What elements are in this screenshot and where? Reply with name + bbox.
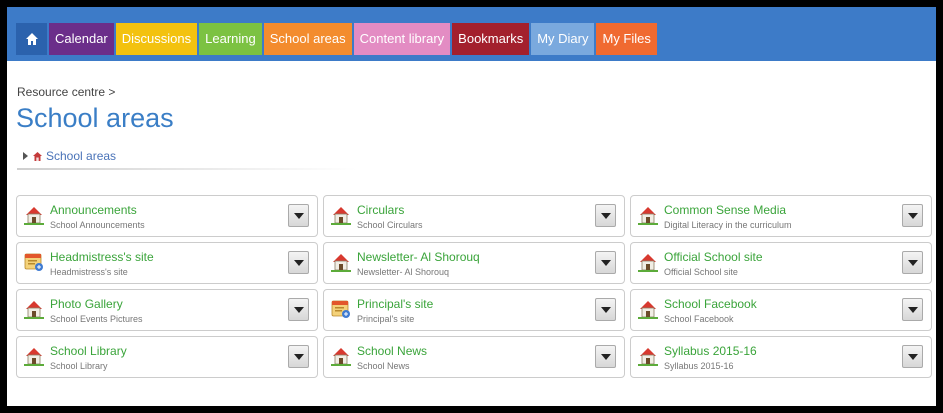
options-dropdown-button[interactable] [288, 345, 309, 368]
school-area-description: School Events Pictures [50, 314, 143, 324]
school-icon [330, 345, 352, 367]
school-area-title[interactable]: Photo Gallery [50, 297, 123, 311]
school-icon [637, 345, 659, 367]
options-dropdown-button[interactable] [595, 251, 616, 274]
top-navigation-bar: Calendar Discussions Learning School are… [7, 7, 936, 61]
school-area-title[interactable]: Syllabus 2015-16 [664, 344, 757, 358]
chevron-down-icon [293, 259, 304, 266]
tab-learning[interactable]: Learning [199, 23, 262, 55]
school-area-title[interactable]: School Library [50, 344, 127, 358]
school-area-description: Syllabus 2015-16 [664, 361, 734, 371]
chevron-down-icon [293, 353, 304, 360]
school-icon [637, 298, 659, 320]
school-icon [637, 204, 659, 226]
school-area-card[interactable]: Headmistress's site Headmistress's site [16, 242, 318, 284]
school-areas-grid: Announcements School Announcements Circula… [16, 195, 932, 378]
school-area-description: School Announcements [50, 220, 145, 230]
school-area-title[interactable]: School Facebook [664, 297, 757, 311]
chevron-down-icon [907, 212, 918, 219]
chevron-down-icon [907, 306, 918, 313]
school-area-description: Digital Literacy in the curriculum [664, 220, 792, 230]
site-icon [330, 298, 352, 320]
nav-tabs: Calendar Discussions Learning School are… [16, 23, 659, 55]
divider [17, 168, 357, 170]
school-area-card[interactable]: School News School News [323, 336, 625, 378]
school-area-description: Principal's site [357, 314, 415, 324]
tree-item-school-areas[interactable]: School areas [23, 149, 116, 163]
school-area-description: School Circulars [357, 220, 423, 230]
school-area-card[interactable]: School Library School Library [16, 336, 318, 378]
school-icon [23, 298, 45, 320]
chevron-down-icon [907, 353, 918, 360]
tab-content-library[interactable]: Content library [353, 23, 451, 55]
school-area-card[interactable]: Announcements School Announcements [16, 195, 318, 237]
page-title: School areas [16, 103, 174, 133]
home-icon [25, 33, 38, 45]
options-dropdown-button[interactable] [902, 298, 923, 321]
chevron-down-icon [600, 212, 611, 219]
school-area-title[interactable]: Common Sense Media [664, 203, 786, 217]
school-icon [23, 345, 45, 367]
school-icon [330, 204, 352, 226]
chevron-down-icon [600, 259, 611, 266]
school-area-card[interactable]: Common Sense Media Digital Literacy in th… [630, 195, 932, 237]
breadcrumb[interactable]: Resource centre > [17, 85, 115, 99]
tree-item-label[interactable]: School areas [46, 149, 116, 163]
options-dropdown-button[interactable] [288, 298, 309, 321]
tab-school-areas[interactable]: School areas [263, 23, 352, 55]
options-dropdown-button[interactable] [595, 298, 616, 321]
school-area-card[interactable]: Newsletter- Al Shorouq Newsletter- Al Sho… [323, 242, 625, 284]
school-area-description: School News [357, 361, 410, 371]
school-area-title[interactable]: Newsletter- Al Shorouq [357, 250, 480, 264]
home-button[interactable] [16, 23, 47, 55]
options-dropdown-button[interactable] [595, 204, 616, 227]
tab-calendar[interactable]: Calendar [49, 23, 114, 55]
options-dropdown-button[interactable] [288, 251, 309, 274]
school-area-title[interactable]: Announcements [50, 203, 137, 217]
tab-my-diary[interactable]: My Diary [531, 23, 595, 55]
chevron-down-icon [293, 212, 304, 219]
school-area-title[interactable]: Official School site [664, 250, 763, 264]
tab-my-files[interactable]: My Files [596, 23, 657, 55]
school-area-card[interactable]: Circulars School Circulars [323, 195, 625, 237]
school-area-title[interactable]: School News [357, 344, 427, 358]
school-area-title[interactable]: Circulars [357, 203, 404, 217]
school-area-title[interactable]: Principal's site [357, 297, 433, 311]
chevron-down-icon [600, 306, 611, 313]
school-area-card[interactable]: Syllabus 2015-16 Syllabus 2015-16 [630, 336, 932, 378]
school-area-card[interactable]: Principal's site Principal's site [323, 289, 625, 331]
tab-bookmarks[interactable]: Bookmarks [452, 23, 530, 55]
school-area-description: School Library [50, 361, 108, 371]
options-dropdown-button[interactable] [288, 204, 309, 227]
site-icon [23, 251, 45, 273]
school-icon [33, 151, 42, 161]
options-dropdown-button[interactable] [595, 345, 616, 368]
options-dropdown-button[interactable] [902, 204, 923, 227]
school-area-description: Official School site [664, 267, 738, 277]
school-icon [330, 251, 352, 273]
expand-arrow-icon[interactable] [23, 152, 28, 160]
school-icon [23, 204, 45, 226]
school-area-card[interactable]: Photo Gallery School Events Pictures [16, 289, 318, 331]
chevron-down-icon [293, 306, 304, 313]
school-area-card[interactable]: School Facebook School Facebook [630, 289, 932, 331]
school-icon [637, 251, 659, 273]
options-dropdown-button[interactable] [902, 345, 923, 368]
school-area-description: School Facebook [664, 314, 734, 324]
school-area-description: Newsletter- Al Shorouq [357, 267, 450, 277]
chevron-down-icon [600, 353, 611, 360]
tab-discussions[interactable]: Discussions [115, 23, 198, 55]
chevron-down-icon [907, 259, 918, 266]
school-area-description: Headmistress's site [50, 267, 128, 277]
school-area-card[interactable]: Official School site Official School site [630, 242, 932, 284]
school-area-title[interactable]: Headmistress's site [50, 250, 154, 264]
page-frame: Calendar Discussions Learning School are… [7, 7, 936, 406]
options-dropdown-button[interactable] [902, 251, 923, 274]
